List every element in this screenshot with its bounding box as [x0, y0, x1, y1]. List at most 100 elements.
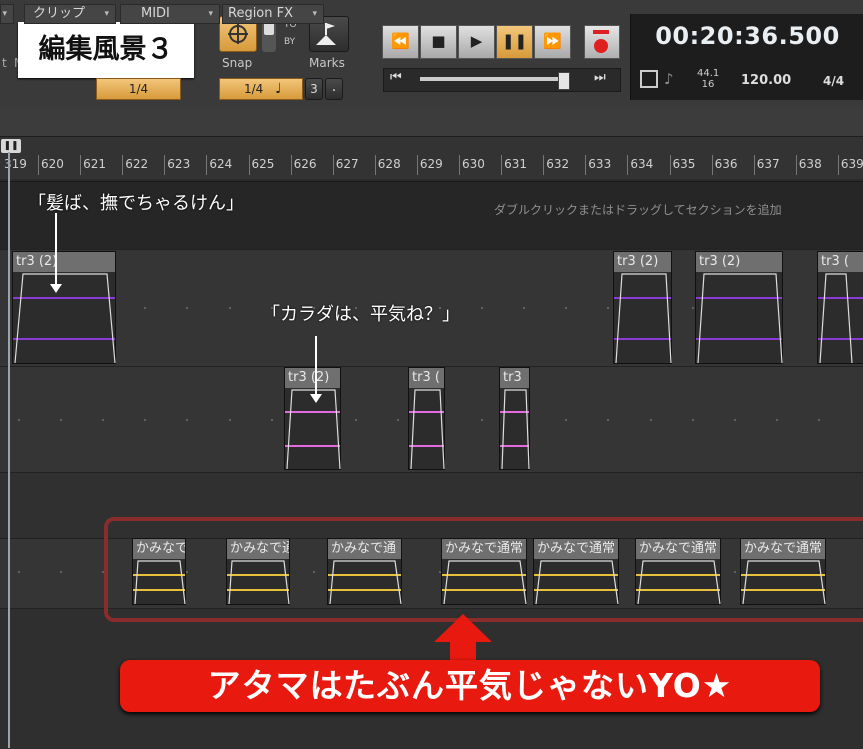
- ruler-tick-label: 623: [164, 155, 190, 175]
- snap-by-label: BY: [284, 37, 296, 47]
- ruler-tick-label: 632: [543, 155, 569, 175]
- volume-envelope: [697, 273, 783, 364]
- arrow-head-icon: [50, 284, 62, 293]
- volume-envelope: [410, 389, 445, 470]
- time-display: 00:20:36.500: [655, 22, 840, 50]
- ruler-tick-label: 622: [122, 155, 148, 175]
- annotation-arrow-2: [315, 336, 317, 396]
- grid-dot: [186, 419, 188, 421]
- menu-region-fx-label: Region FX: [228, 6, 294, 21]
- fast-forward-icon[interactable]: ⏩: [534, 25, 571, 59]
- go-to-end-icon[interactable]: ⏭: [594, 70, 606, 85]
- triplet-button[interactable]: 3: [305, 78, 323, 100]
- ruler-tick-label: 319: [4, 157, 27, 171]
- volume-envelope: [615, 273, 672, 364]
- rewind-icon[interactable]: ⏪: [382, 25, 419, 59]
- ruler-tick-label: 638: [795, 155, 822, 175]
- clip-lane2-a[interactable]: tr3 (2): [284, 367, 341, 470]
- meter-value[interactable]: 4/4: [823, 74, 844, 88]
- audio-engine-icon[interactable]: ♪: [664, 70, 674, 88]
- snap-value: 1/4: [244, 82, 264, 96]
- grid-dot: [144, 307, 146, 309]
- grid-dot: [229, 307, 231, 309]
- grid-dot: [650, 419, 652, 421]
- play-icon[interactable]: ▶: [458, 25, 495, 59]
- title-overlay: 編集風景３: [18, 22, 194, 78]
- grid-dot: [355, 419, 357, 421]
- ruler-tick-label: 620: [38, 155, 64, 175]
- playhead-line: [8, 152, 10, 748]
- menu-view[interactable]: ▾: [0, 4, 14, 24]
- ruler-tick-label: 634: [627, 155, 653, 175]
- clip-lane2-b[interactable]: tr3 (: [408, 367, 445, 470]
- stop-icon[interactable]: ■: [420, 25, 457, 59]
- arrow-head-icon: [310, 394, 322, 403]
- volume-envelope: [819, 273, 853, 364]
- ruler-tick-label: 639: [837, 155, 863, 175]
- ruler-tick-label: 626: [290, 155, 317, 175]
- position-slider-track[interactable]: [420, 77, 570, 81]
- toolbar-fragment-left: t: [2, 56, 7, 70]
- menu-region-fx[interactable]: Region FX ▾: [222, 4, 324, 24]
- caption-banner: アタマはたぶん平気じゃないYO★: [120, 660, 820, 712]
- transport-buttons: ⏪ ■ ▶ ❚❚ ⏩: [382, 25, 572, 59]
- ruler-tick-label: 631: [501, 155, 527, 175]
- snap-value-field[interactable]: 1/4 ♩: [219, 78, 303, 100]
- menu-midi-label: MIDI: [141, 6, 170, 21]
- ruler-tick-label: 629: [416, 155, 443, 175]
- grid-dot: [60, 419, 62, 421]
- metronome-icon[interactable]: [640, 70, 658, 88]
- chevron-down-icon: ▾: [312, 9, 317, 19]
- grid-dot: [692, 307, 694, 309]
- up-arrow-icon: [434, 614, 492, 660]
- pause-icon[interactable]: ❚❚: [496, 25, 533, 59]
- rewind-to-start-icon[interactable]: ⏮: [390, 70, 402, 85]
- clip-lane1-b[interactable]: tr3 (2): [613, 251, 672, 364]
- dotted-button[interactable]: .: [325, 78, 343, 100]
- ruler-tick-label: 636: [711, 155, 738, 175]
- grid-dot: [481, 307, 483, 309]
- annotation-lyric-2: 「カラダは、平気ね？」: [262, 304, 460, 325]
- ruler-tick-label: 621: [80, 155, 106, 175]
- grid-dot: [734, 419, 736, 421]
- ruler-tick-label: 625: [248, 155, 274, 175]
- track-view-menubar: [0, 108, 863, 137]
- playhead-handle[interactable]: ❚❚: [1, 139, 21, 153]
- ruler-tick-label: 628: [374, 155, 401, 175]
- grid-dot: [271, 419, 273, 421]
- grid-dot: [523, 307, 525, 309]
- grid-dot: [607, 419, 609, 421]
- record-button[interactable]: [584, 25, 620, 59]
- sample-format: 44.1 16: [697, 68, 719, 90]
- snap-label: Snap: [222, 56, 253, 70]
- position-slider-thumb[interactable]: [557, 72, 570, 90]
- volume-envelope: [501, 389, 530, 470]
- grid-dot: [18, 419, 20, 421]
- sample-rate: 44.1: [697, 68, 720, 79]
- ruler-tick-label: 627: [332, 155, 359, 175]
- note-icon: ♩: [275, 81, 282, 97]
- grid-dot: [229, 419, 231, 421]
- ruler-tick-label: 637: [753, 155, 780, 175]
- grid-dot: [102, 419, 104, 421]
- ruler-tick-label: 635: [669, 155, 695, 175]
- grid-dot: [776, 419, 778, 421]
- menu-clip-label: クリップ: [33, 6, 86, 21]
- clip-lane1-a[interactable]: tr3 (2): [12, 251, 116, 364]
- ruler-tick-label: 630: [459, 155, 485, 175]
- grid-dot: [818, 419, 820, 421]
- menu-midi[interactable]: MIDI ▾: [120, 4, 220, 24]
- annotation-lyric-1: 「髪ば、撫でちゃるけん」: [28, 193, 244, 214]
- highlight-frame: [104, 517, 863, 622]
- tempo-value[interactable]: 120.00: [741, 73, 791, 88]
- clip-lane1-d[interactable]: tr3 (: [817, 251, 863, 364]
- annotation-arrow-1: [55, 213, 57, 289]
- menu-clip[interactable]: クリップ ▾: [24, 4, 116, 24]
- grid-resolution-field[interactable]: 1/4: [96, 78, 181, 100]
- ruler-tick-label: 633: [585, 155, 611, 175]
- grid-dot: [607, 307, 609, 309]
- clip-lane2-c[interactable]: tr3: [499, 367, 530, 470]
- clip-lane1-c[interactable]: tr3 (2): [695, 251, 783, 364]
- volume-envelope: [14, 273, 116, 364]
- grid-dot: [481, 419, 483, 421]
